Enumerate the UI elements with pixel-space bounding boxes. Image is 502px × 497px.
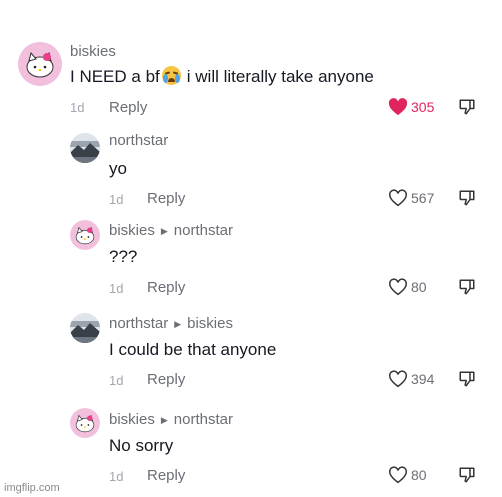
like-count: 567 bbox=[411, 190, 435, 206]
comment-time: 1d bbox=[109, 192, 124, 207]
comment-username[interactable]: northstar bbox=[109, 132, 168, 149]
thumbs-down-icon bbox=[459, 279, 475, 295]
like-button[interactable]: 567 bbox=[388, 189, 434, 207]
comment-time: 1d bbox=[109, 281, 124, 296]
heart-outline-icon bbox=[389, 370, 407, 388]
comment-username[interactable]: biskies bbox=[70, 43, 116, 60]
heart-outline-icon bbox=[389, 278, 407, 296]
avatar-northstar[interactable] bbox=[70, 313, 100, 343]
comment-text: ??? bbox=[109, 247, 138, 266]
hello-kitty-icon bbox=[70, 220, 100, 250]
comment-text: I NEED a bf i will literally take anyone bbox=[70, 66, 374, 86]
thumbs-down-icon bbox=[459, 190, 475, 206]
heart-outline-icon bbox=[389, 466, 407, 484]
dislike-button[interactable] bbox=[458, 98, 476, 121]
comment-text: No sorry bbox=[109, 436, 174, 455]
comment-username[interactable]: northstar ▶ biskies bbox=[109, 315, 233, 332]
reply-button[interactable]: Reply bbox=[147, 371, 185, 388]
reply-button[interactable]: Reply bbox=[147, 190, 185, 207]
dislike-button[interactable] bbox=[458, 278, 476, 301]
avatar-biskies[interactable] bbox=[18, 42, 62, 86]
loudly-crying-face-icon bbox=[161, 66, 181, 85]
thumbs-down-icon bbox=[459, 467, 475, 483]
dislike-button[interactable] bbox=[458, 189, 476, 212]
reply-button[interactable]: Reply bbox=[109, 99, 147, 116]
dislike-button[interactable] bbox=[458, 466, 476, 489]
comment-text: I could be that anyone bbox=[109, 340, 277, 359]
comment-text: yo bbox=[109, 159, 127, 178]
like-button[interactable]: 80 bbox=[388, 466, 427, 484]
like-button[interactable]: 305 bbox=[388, 98, 434, 116]
avatar-biskies[interactable] bbox=[70, 408, 100, 438]
like-button[interactable]: 394 bbox=[388, 370, 434, 388]
comment-time: 1d bbox=[109, 469, 124, 484]
watermark: imgflip.com bbox=[4, 482, 60, 494]
comment-username[interactable]: biskies ▶ northstar bbox=[109, 411, 233, 428]
avatar-biskies[interactable] bbox=[70, 220, 100, 250]
comment-username[interactable]: biskies ▶ northstar bbox=[109, 222, 233, 239]
reply-to-username: northstar bbox=[173, 222, 233, 239]
landscape-avatar-icon bbox=[70, 313, 100, 343]
comment-time: 1d bbox=[109, 373, 124, 388]
reply-button[interactable]: Reply bbox=[147, 467, 185, 484]
hello-kitty-icon bbox=[70, 408, 100, 438]
reply-arrow-icon: ▶ bbox=[174, 319, 182, 329]
reply-arrow-icon: ▶ bbox=[160, 226, 168, 236]
like-count: 394 bbox=[411, 371, 435, 387]
thumbs-down-icon bbox=[459, 371, 475, 387]
like-count: 305 bbox=[411, 99, 435, 115]
avatar-northstar[interactable] bbox=[70, 133, 100, 163]
thumbs-down-icon bbox=[459, 99, 475, 115]
reply-to-username: northstar bbox=[173, 411, 233, 428]
comment-time: 1d bbox=[70, 100, 85, 115]
hello-kitty-icon bbox=[18, 42, 62, 86]
reply-to-username: biskies bbox=[187, 315, 233, 332]
like-count: 80 bbox=[411, 467, 427, 483]
like-count: 80 bbox=[411, 279, 427, 295]
heart-outline-icon bbox=[389, 189, 407, 207]
reply-arrow-icon: ▶ bbox=[160, 415, 168, 425]
landscape-avatar-icon bbox=[70, 133, 100, 163]
dislike-button[interactable] bbox=[458, 370, 476, 393]
like-button[interactable]: 80 bbox=[388, 278, 427, 296]
reply-button[interactable]: Reply bbox=[147, 279, 185, 296]
heart-filled-icon bbox=[388, 98, 408, 116]
